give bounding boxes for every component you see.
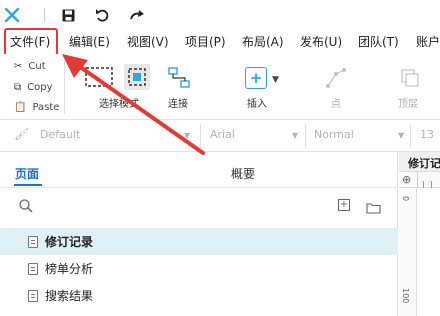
bring-to-front-icon[interactable] [398,66,422,90]
select-mode-label: 选择模式 [99,99,139,110]
select-contain-icon[interactable] [124,64,150,90]
menu-bar: 文件(F) 编辑(E) 视图(V) 项目(P) 布局(A) 发布(U) 团队(T… [0,30,440,54]
canvas-surface[interactable] [417,188,440,316]
horizontal-ruler: ⊕ [399,172,440,188]
toolbar-divider [64,60,65,114]
top-layer-label: 顶层 [398,99,418,110]
menu-project[interactable]: 项目(P) [185,33,226,51]
copy-icon: ⧉ [14,82,22,93]
stylebar-divider [410,124,411,148]
ruler-origin-icon[interactable]: ⊕ [402,173,411,186]
tab-pages[interactable]: 页面 [15,165,39,182]
page-icon [28,235,38,248]
tabs-divider [0,187,398,188]
active-tab-indicator [14,184,42,186]
redo-icon[interactable] [127,5,147,25]
menu-account[interactable]: 账户 [416,33,440,51]
paste-label: Paste [32,102,60,113]
connect-icon[interactable] [167,67,191,89]
copy-button[interactable]: ⧉ Copy [0,77,62,98]
main-toolbar: ✂ Cut ⧉ Copy 📋 Paste 选择模式 连接 + ▼ 插入 点 顶层 [0,54,440,120]
vertical-ruler: 0 100 [399,188,417,316]
insert-label: 插入 [247,99,267,110]
add-folder-icon[interactable] [366,199,381,214]
page-icon [28,289,38,302]
file-menu-highlight [4,28,58,56]
menu-publish[interactable]: 发布(U) [300,33,342,51]
ruler-tick [423,181,424,188]
titlebar-divider [44,8,45,22]
menu-edit[interactable]: 编辑(E) [69,33,110,51]
insert-dropdown-caret-icon[interactable]: ▼ [272,75,279,85]
save-icon[interactable] [58,5,78,25]
menu-view[interactable]: 视图(V) [127,33,169,51]
page-item-revision-log[interactable]: 修订记录 [0,228,398,255]
ruler-label-100: 100 [401,288,410,304]
format-painter-icon[interactable]: 🖌 [14,127,29,141]
copy-label: Copy [27,82,53,93]
ruler-divider [417,172,418,188]
search-icon[interactable] [18,198,34,214]
title-bar [0,0,440,30]
page-item-search-results[interactable]: 搜索结果 [0,282,398,309]
cut-label: Cut [28,61,46,72]
font-weight-dropdown[interactable]: Normal [314,128,354,141]
menu-layout[interactable]: 布局(A) [242,33,284,51]
point-icon[interactable] [324,66,348,90]
paste-icon: 📋 [14,102,27,113]
point-label: 点 [331,99,341,110]
add-page-icon[interactable]: + [338,199,350,211]
connect-label: 连接 [168,99,188,110]
page-label: 修订记录 [45,235,94,249]
page-label: 搜索结果 [45,289,94,303]
font-size-field[interactable]: 13 [420,128,434,141]
canvas-tab[interactable]: 修订记录 [399,152,440,172]
cut-button[interactable]: ✂ Cut [0,56,62,77]
page-icon [28,262,38,275]
canvas-tab-label: 修订记录 [408,157,440,170]
axure-logo-icon[interactable] [2,5,22,25]
tab-outline[interactable]: 概要 [231,165,255,182]
undo-icon[interactable] [92,5,112,25]
ruler-label-0: 0 [401,196,410,202]
page-item-ranking-analysis[interactable]: 榜单分析 [0,255,398,282]
style-dropdown-caret-icon: ▼ [184,131,191,140]
ruler-tick [431,181,432,188]
style-dropdown[interactable]: Default [40,128,80,141]
weight-dropdown-caret-icon: ▼ [398,131,405,140]
paste-button[interactable]: 📋 Paste [0,97,62,118]
font-dropdown[interactable]: Arial [210,128,235,141]
font-dropdown-caret-icon: ▼ [292,131,299,140]
page-label: 榜单分析 [45,262,94,276]
style-bar: 🖌 Default ▼ Arial ▼ Normal ▼ 13 [0,120,440,152]
menu-team[interactable]: 团队(T) [358,33,399,51]
insert-plus-icon[interactable]: + [245,67,267,89]
select-intersect-icon[interactable] [84,66,114,88]
stylebar-divider [200,124,201,148]
scissors-icon: ✂ [14,61,23,72]
stylebar-divider [305,124,306,148]
